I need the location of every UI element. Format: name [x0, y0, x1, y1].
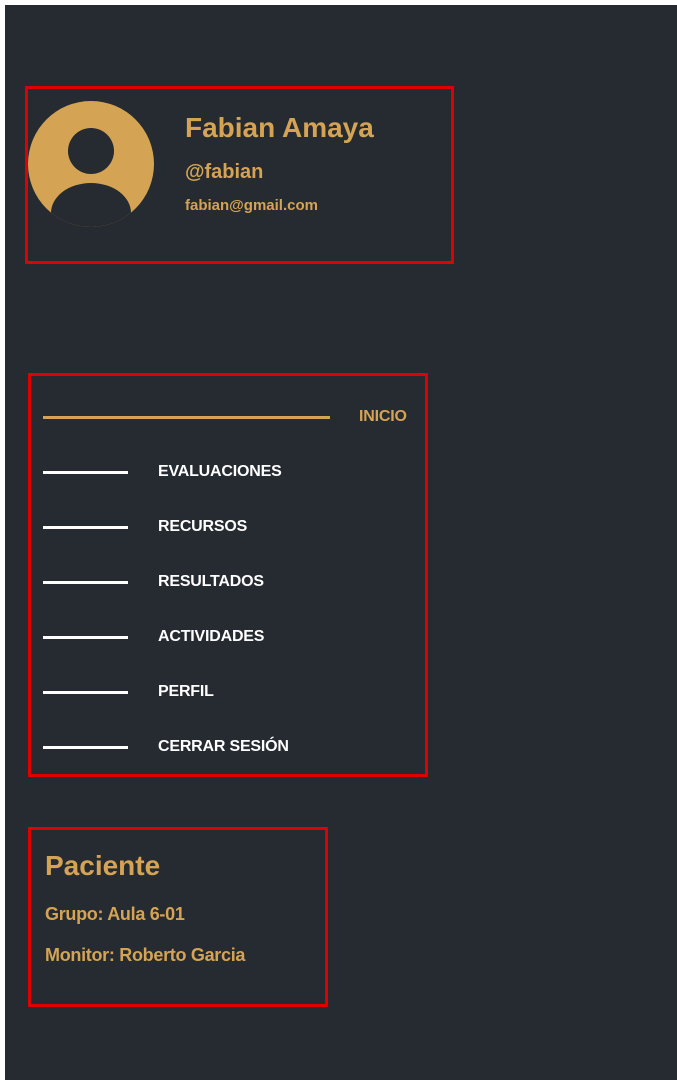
- nav-item-recursos[interactable]: RECURSOS: [43, 515, 247, 539]
- user-circle-icon: [51, 128, 131, 227]
- nav-label: PERFIL: [158, 683, 214, 700]
- nav-item-actividades[interactable]: ACTIVIDADES: [43, 625, 264, 649]
- nav-item-evaluaciones[interactable]: EVALUACIONES: [43, 460, 282, 484]
- patient-monitor: Monitor: Roberto Garcia: [45, 945, 246, 965]
- nav-label: EVALUACIONES: [158, 463, 282, 480]
- avatar[interactable]: [28, 101, 154, 227]
- profile-email: fabian@gmail.com: [185, 197, 318, 214]
- nav-line: [43, 635, 128, 639]
- nav-label: INICIO: [359, 408, 407, 425]
- patient-group: Grupo: Aula 6-01: [45, 904, 185, 924]
- nav-line: [43, 580, 128, 584]
- nav-label: RECURSOS: [158, 518, 248, 535]
- nav-line: [43, 525, 128, 529]
- nav-line: [43, 470, 128, 474]
- nav-item-perfil[interactable]: PERFIL: [43, 680, 214, 704]
- profile-handle: @fabian: [185, 161, 264, 183]
- nav-item-cerrar-sesion[interactable]: CERRAR SESIÓN: [43, 735, 289, 759]
- nav-label: RESULTADOS: [158, 573, 264, 590]
- nav-line: [43, 690, 128, 694]
- nav-label: CERRAR SESIÓN: [158, 738, 289, 755]
- nav-label: ACTIVIDADES: [158, 628, 265, 645]
- nav-item-inicio[interactable]: INICIO: [43, 405, 407, 429]
- nav-line: [43, 745, 128, 749]
- nav-item-resultados[interactable]: RESULTADOS: [43, 570, 264, 594]
- nav-line: [43, 415, 330, 419]
- patient-role-title: Paciente: [45, 850, 161, 881]
- profile-name: Fabian Amaya: [185, 112, 374, 143]
